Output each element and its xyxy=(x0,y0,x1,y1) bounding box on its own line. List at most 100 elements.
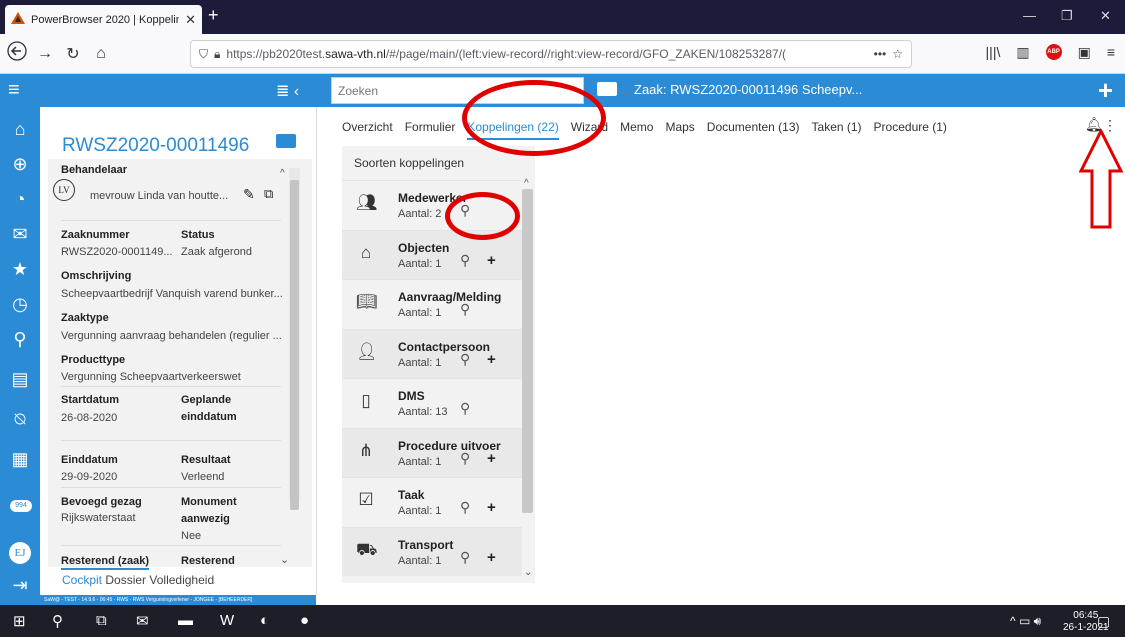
search-rail-icon[interactable]: ⍉ xyxy=(0,409,40,430)
back-icon[interactable] xyxy=(6,41,28,66)
koppelingen-header: Soorten koppelingen xyxy=(354,156,465,170)
separator xyxy=(61,545,281,546)
panel-scrollbar-thumb[interactable] xyxy=(290,180,299,510)
file-explorer-icon[interactable]: ▬ xyxy=(178,612,193,629)
word-icon[interactable]: W xyxy=(220,612,234,629)
koppeling-name: Contactpersoon xyxy=(398,339,491,354)
app-status-bar: SaW@ - TEST - 14.9.6 - 06:45 - RWS - RWS… xyxy=(40,595,316,605)
globe-icon[interactable]: ⊕ xyxy=(0,154,40,175)
tab-dossier[interactable]: Dossier xyxy=(105,573,146,587)
tab-formulier[interactable]: Formulier xyxy=(405,120,456,140)
add-koppeling-icon[interactable]: + xyxy=(487,450,496,467)
truck-icon: ⛟ xyxy=(356,539,378,559)
collapse-panel-icon[interactable]: ≣ ‹ xyxy=(276,81,299,101)
add-case-icon[interactable]: ▤ xyxy=(0,369,40,390)
dashboard-icon[interactable]: ◔ xyxy=(0,189,40,210)
menu-icon[interactable]: ≡ xyxy=(1107,44,1115,61)
koppeling-item[interactable]: ☑ Taak Aantal: 1 ⚲ + xyxy=(342,477,522,526)
browser-tab[interactable]: PowerBrowser 2020 | Koppeling ✕ xyxy=(5,5,202,34)
koppeling-item[interactable]: 📖︎ Aanvraag/Melding Aantal: 1 ⚲ xyxy=(342,279,522,328)
more-actions-icon[interactable]: ••• xyxy=(874,47,887,61)
report-icon[interactable]: ▦ xyxy=(0,449,40,470)
tab-memo[interactable]: Memo xyxy=(620,120,653,140)
edit-pencil-icon[interactable]: ✎ xyxy=(243,186,255,203)
koppelingen-scrollbar[interactable] xyxy=(522,189,533,513)
close-window-icon[interactable]: ✕ xyxy=(1100,8,1111,24)
koppeling-count: Aantal: 1 xyxy=(398,307,442,319)
system-tray-icons[interactable]: ^ ▭ 🔊︎ xyxy=(1010,614,1041,629)
library-icon[interactable]: |||\ xyxy=(986,44,1001,61)
task-view-icon[interactable]: ⧉ xyxy=(96,612,107,629)
search-icon[interactable]: ⚲ xyxy=(460,499,470,516)
search-icon[interactable]: ⚲ xyxy=(460,301,470,318)
koppeling-item[interactable]: 👤︎ Contactpersoon Aantal: 1 ⚲ + xyxy=(342,328,522,378)
url-text[interactable]: https://pb2020test.sawa-vth.nl/#/page/ma… xyxy=(226,47,867,61)
firefox-icon[interactable]: ● xyxy=(300,612,309,629)
koppeling-item[interactable]: ▯ DMS Aantal: 13 ⚲ xyxy=(342,378,522,427)
location-pin-icon[interactable]: ⚲ xyxy=(0,329,40,350)
add-koppeling-icon[interactable]: + xyxy=(487,499,496,516)
history-icon[interactable]: ◷ xyxy=(0,294,40,315)
monument-value: Nee xyxy=(181,530,202,542)
lock-icon[interactable]: 🔒︎ xyxy=(214,47,220,62)
star-icon[interactable]: ★ xyxy=(0,259,40,280)
add-koppeling-icon[interactable]: + xyxy=(487,351,496,368)
search-icon[interactable]: ⚲ xyxy=(460,400,470,417)
reload-icon[interactable]: ↻ xyxy=(62,44,84,64)
tab-maps[interactable]: Maps xyxy=(665,120,694,140)
windows-start-icon[interactable]: ⊞ xyxy=(13,612,26,630)
outlook-icon[interactable]: ✉ xyxy=(136,612,149,630)
forward-icon[interactable]: → xyxy=(34,45,56,63)
home-rail-icon[interactable]: ⌂ xyxy=(0,119,40,140)
koppeling-item[interactable]: ⋔ Procedure uitvoer Aantal: 1 ⚲ + xyxy=(342,427,522,477)
taskbar-search-icon[interactable]: ⚲ xyxy=(52,612,63,630)
koppeling-item[interactable]: ⛟ Transport Aantal: 1 ⚲ + xyxy=(342,526,522,576)
tab-cockpit[interactable]: Cockpit xyxy=(62,573,102,587)
record-briefcase-icon[interactable] xyxy=(276,134,296,148)
user-avatar[interactable]: EJ xyxy=(9,542,31,564)
tab-procedure[interactable]: Procedure (1) xyxy=(874,120,947,140)
separator xyxy=(61,440,281,441)
book-icon: 📖︎ xyxy=(356,292,378,311)
search-icon[interactable]: ⚲ xyxy=(460,549,470,566)
adblock-icon[interactable]: ABP xyxy=(1045,44,1062,60)
behandelaar-value: mevrouw Linda van houtte... xyxy=(90,190,229,202)
resultaat-label: Resultaat xyxy=(181,454,231,466)
mail-icon[interactable]: ✉ xyxy=(0,224,40,245)
koppeling-name: DMS xyxy=(398,389,425,403)
scroll-down-icon[interactable]: ⌄ xyxy=(280,553,289,566)
search-icon[interactable]: ⚲ xyxy=(460,252,470,269)
koppelingen-scroll-up-icon[interactable]: ^ xyxy=(524,178,529,189)
bookmark-star-icon[interactable]: ☆ xyxy=(892,47,903,61)
shield-icon[interactable]: ⛉ xyxy=(199,47,208,62)
url-bar[interactable]: ⛉ 🔒︎ https://pb2020test.sawa-vth.nl/#/pa… xyxy=(190,40,912,68)
new-tab-icon[interactable]: + xyxy=(208,5,219,26)
extension-icon[interactable]: ▣ xyxy=(1078,44,1091,61)
restore-icon[interactable]: ❐ xyxy=(1061,8,1073,24)
home-icon[interactable]: ⌂ xyxy=(90,45,112,63)
edge-icon[interactable]: ◐ xyxy=(260,612,269,629)
notifications-badge[interactable]: 994 xyxy=(10,500,32,512)
reader-view-icon[interactable]: ▥ xyxy=(1016,44,1029,61)
minimize-icon[interactable]: — xyxy=(1023,8,1036,23)
add-icon[interactable]: + xyxy=(1098,76,1113,104)
houses-icon: ⌂ xyxy=(360,242,372,262)
tab-documenten[interactable]: Documenten (13) xyxy=(707,120,800,140)
logout-icon[interactable]: ⇥ xyxy=(0,575,40,596)
tab-taken[interactable]: Taken (1) xyxy=(812,120,862,140)
document-icon: ▯ xyxy=(361,391,371,410)
close-tab-icon[interactable]: ✕ xyxy=(185,12,196,28)
scroll-up-icon[interactable]: ^ xyxy=(280,168,285,179)
notification-center-icon[interactable]: ▢ xyxy=(1097,613,1110,630)
koppelingen-scroll-down-icon[interactable]: ⌄ xyxy=(524,567,532,578)
tab-volledigheid[interactable]: Volledigheid xyxy=(149,573,214,587)
resultaat-value: Verleend xyxy=(181,471,225,483)
status-label: Status xyxy=(181,229,215,241)
hamburger-menu-icon[interactable]: ≡ xyxy=(8,80,20,100)
add-koppeling-icon[interactable]: + xyxy=(487,252,496,269)
add-koppeling-icon[interactable]: + xyxy=(487,549,496,566)
search-icon[interactable]: ⚲ xyxy=(460,351,470,368)
search-icon[interactable]: ⚲ xyxy=(460,450,470,467)
open-external-icon[interactable]: ⧉ xyxy=(264,186,273,202)
tab-overzicht[interactable]: Overzicht xyxy=(342,120,393,140)
